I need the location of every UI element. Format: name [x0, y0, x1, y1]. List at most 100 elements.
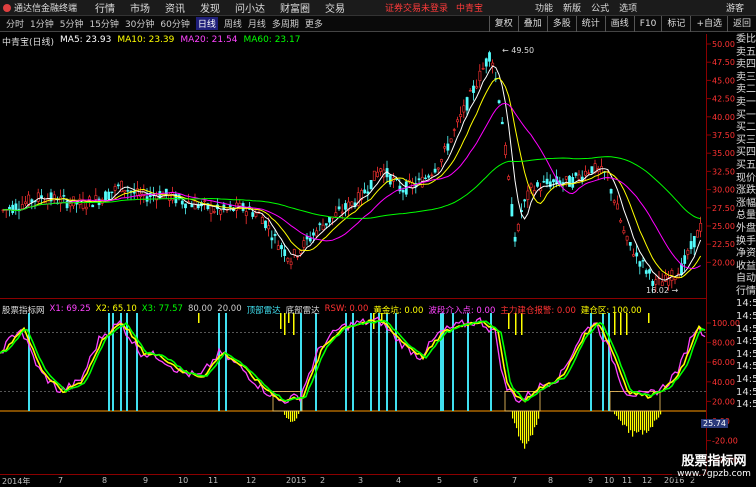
login-status[interactable]: 证券交易未登录: [385, 1, 448, 14]
period-tick[interactable]: 分时: [6, 17, 24, 30]
legend-ma5: MA5: 23.93: [60, 35, 112, 45]
tool-f10[interactable]: F10: [633, 16, 662, 32]
menu-new-version[interactable]: 新版: [563, 1, 581, 14]
candle-body: [571, 177, 575, 188]
top-radar-bar: [352, 313, 354, 411]
candle-body: [212, 211, 216, 213]
menu-market[interactable]: 市场: [130, 0, 150, 15]
kline-chart[interactable]: ← 49.50 16.02 →: [0, 34, 706, 299]
candle-body: [388, 174, 392, 185]
top-radar-bar: [126, 313, 128, 411]
gold-spike: [521, 313, 523, 335]
period-weekly[interactable]: 周线: [224, 17, 242, 30]
candle-body: [472, 85, 475, 93]
date-tick: 7: [512, 476, 518, 485]
tool-draw[interactable]: 画线: [604, 16, 634, 32]
app-logo-icon: [3, 4, 11, 12]
tool-add-watchlist[interactable]: +自选: [690, 16, 727, 32]
build-zone-bar: [298, 411, 300, 414]
candle-body: [84, 206, 88, 210]
guest-user[interactable]: 游客: [726, 1, 744, 14]
menu-wealth[interactable]: 财富圈: [280, 0, 310, 15]
candle-body: [632, 254, 635, 257]
build-zone-bar: [626, 411, 628, 427]
build-zone-bar: [532, 411, 534, 436]
candle-body: [24, 201, 27, 204]
legend-main-force: 主力建仓报警: 0.00: [500, 306, 576, 316]
candle-body: [424, 177, 427, 180]
indicator-chart[interactable]: [0, 301, 706, 474]
tool-multi-stock[interactable]: 多股: [546, 16, 576, 32]
menu-bar: 通达信金融终端 行情 市场 资讯 发现 问小达 财富圈 交易 证券交易未登录 中…: [0, 0, 756, 16]
candle-body: [94, 195, 98, 200]
price-tick-label: 32.50: [712, 167, 735, 176]
candle-body: [587, 172, 591, 174]
app-title: 通达信金融终端: [14, 4, 78, 14]
build-zone-bar: [614, 411, 616, 415]
price-tick-label: 50.00: [712, 40, 735, 49]
candle-body: [228, 205, 232, 207]
build-zone-bar: [512, 411, 514, 419]
build-zone-bar: [284, 411, 286, 415]
candle-body: [350, 201, 354, 206]
candle-body: [660, 281, 664, 286]
period-30min[interactable]: 30分钟: [125, 17, 154, 30]
date-tick: 10: [178, 476, 189, 485]
menu-ask[interactable]: 问小达: [235, 0, 265, 15]
build-zone-bar: [538, 411, 540, 419]
menu-trade[interactable]: 交易: [325, 0, 345, 15]
candle-body: [574, 172, 578, 176]
build-zone-bar: [528, 411, 530, 442]
candle-body: [328, 216, 331, 223]
period-60min[interactable]: 60分钟: [160, 17, 189, 30]
menu-discover[interactable]: 发现: [200, 0, 220, 15]
top-radar-bar: [378, 313, 380, 411]
menu-news[interactable]: 资讯: [165, 0, 185, 15]
period-15min[interactable]: 15分钟: [89, 17, 118, 30]
candle-body: [488, 52, 491, 62]
menu-function[interactable]: 功能: [535, 1, 553, 14]
menu-options[interactable]: 选项: [619, 1, 637, 14]
candle-body: [88, 196, 91, 200]
candle-body: [481, 67, 485, 70]
indicator-name[interactable]: 股票指标网: [2, 304, 45, 316]
candle-body: [644, 270, 648, 274]
period-daily[interactable]: 日线: [195, 17, 218, 30]
quote-label: 行情: [736, 285, 756, 297]
candle-body: [577, 174, 581, 180]
legend-stock: 中青宝(日线): [2, 38, 55, 48]
menu-formula[interactable]: 公式: [591, 1, 609, 14]
candle-body: [376, 171, 379, 177]
date-tick: 4: [396, 476, 402, 485]
price-tick-label: 35.00: [712, 149, 735, 158]
top-radar-bar: [467, 313, 469, 411]
candle-body: [203, 200, 207, 202]
tool-mark[interactable]: 标记: [661, 16, 690, 32]
period-more[interactable]: 更多: [305, 17, 323, 30]
period-5min[interactable]: 5分钟: [60, 17, 84, 30]
legend-20: 20.00: [217, 304, 242, 314]
candle-body: [104, 191, 107, 201]
quote-label: 14:5: [736, 336, 756, 348]
tool-stats[interactable]: 统计: [575, 16, 605, 32]
high-annotation: ← 49.50: [502, 46, 534, 55]
candle-body: [11, 204, 15, 214]
candle-body: [302, 240, 306, 248]
period-multi[interactable]: 多周期: [272, 17, 299, 30]
quote-label: 现价: [736, 172, 756, 184]
date-tick: 12: [246, 476, 257, 485]
tool-back[interactable]: 返回: [726, 16, 756, 32]
candle-body: [699, 223, 703, 232]
period-monthly[interactable]: 月线: [248, 17, 266, 30]
candle-body: [209, 205, 213, 214]
tool-overlay[interactable]: 叠加: [517, 16, 547, 32]
candle-body: [280, 245, 283, 250]
tool-adjust[interactable]: 复权: [488, 16, 518, 32]
candle-body: [324, 223, 328, 226]
build-zone-bar: [520, 411, 522, 441]
candle-body: [235, 202, 239, 211]
price-tick-label: 42.50: [712, 95, 735, 104]
period-1min[interactable]: 1分钟: [30, 17, 54, 30]
menu-quotes[interactable]: 行情: [95, 0, 115, 15]
quote-label: 涨跌: [736, 185, 756, 197]
